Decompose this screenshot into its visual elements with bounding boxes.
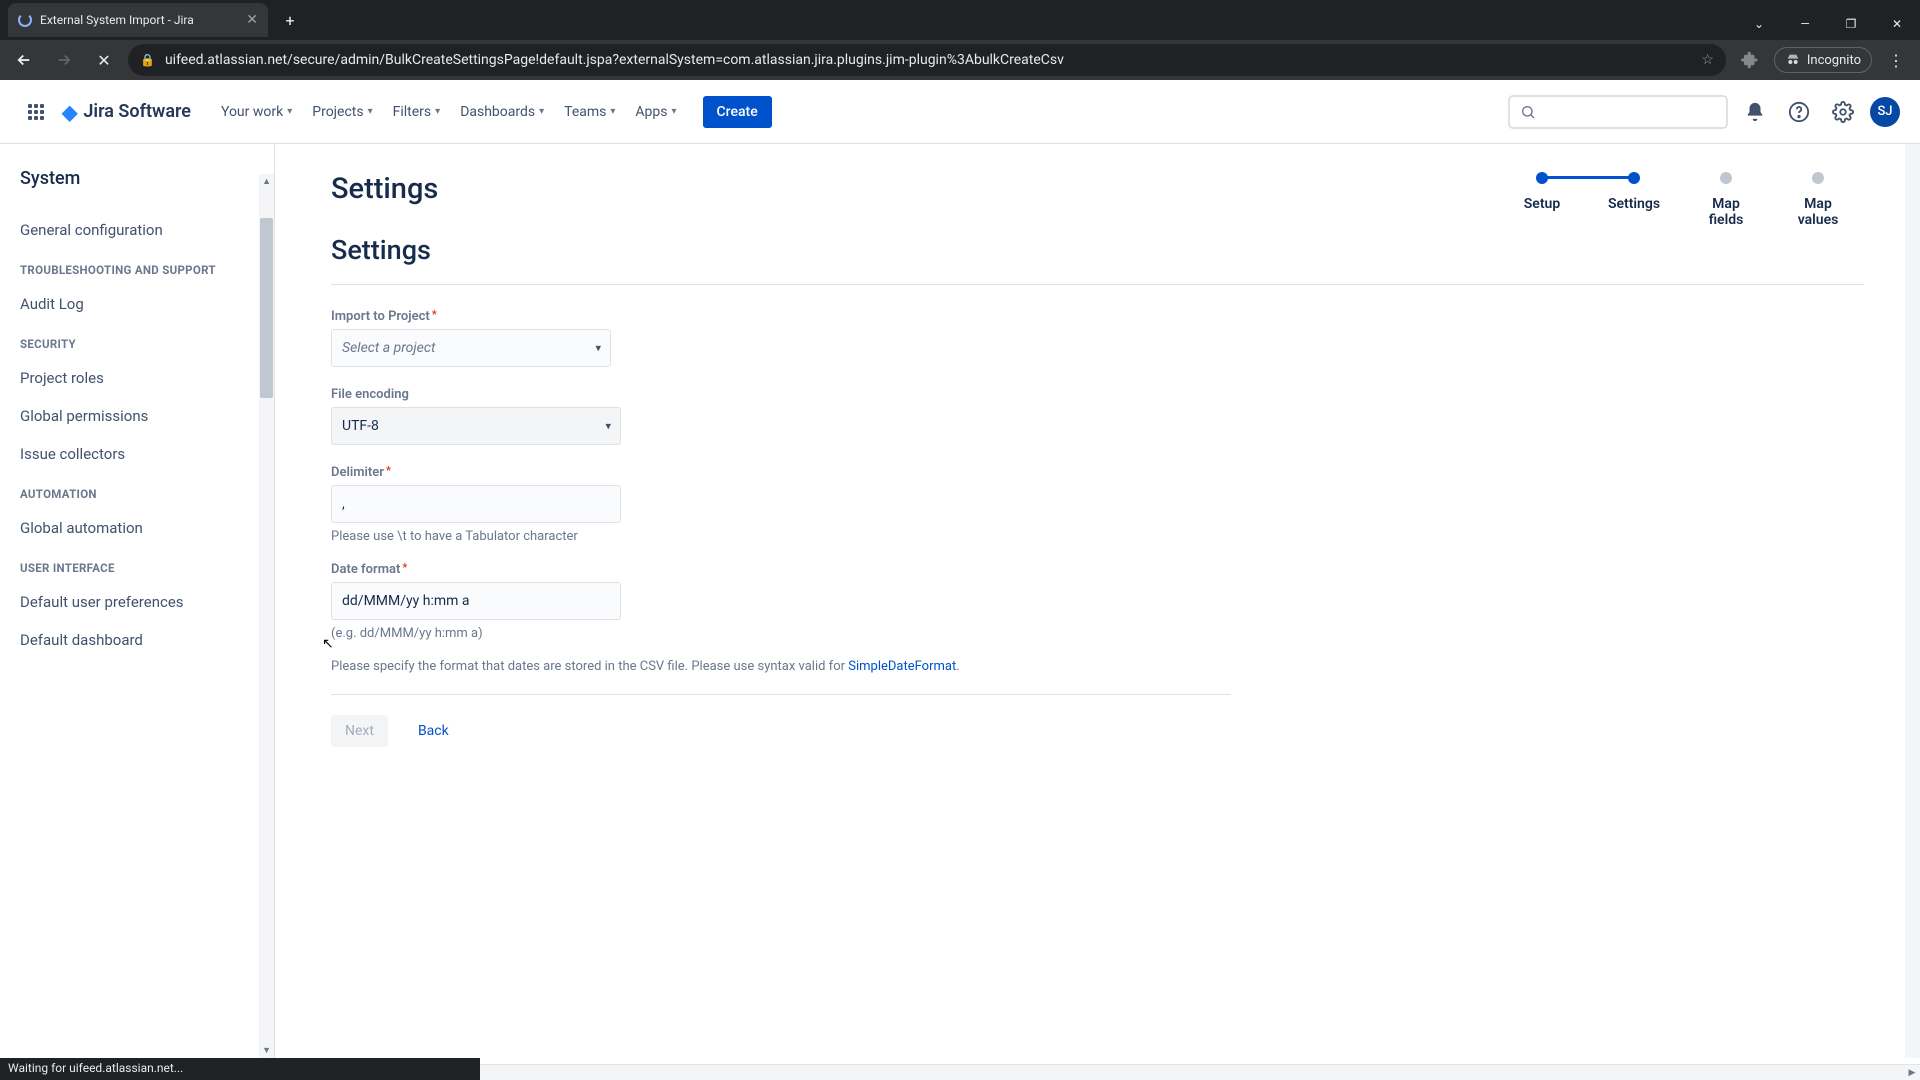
chevron-down-icon: ▾ <box>539 106 544 117</box>
main-content: Settings SetupSettingsMapfieldsMapvalues… <box>275 144 1920 1058</box>
browser-tab[interactable]: External System Import - Jira ✕ <box>8 3 268 37</box>
wizard-steps: SetupSettingsMapfieldsMapvalues <box>1496 172 1864 228</box>
new-tab-button[interactable]: + <box>276 6 304 34</box>
sidebar: System General configurationTROUBLESHOOT… <box>0 144 275 1058</box>
file-encoding-select[interactable]: UTF-8 <box>331 407 621 445</box>
incognito-indicator[interactable]: Incognito <box>1774 47 1872 73</box>
sidebar-item-default-user-preferences[interactable]: Default user preferences <box>0 583 274 621</box>
nav-teams[interactable]: Teams▾ <box>556 98 623 126</box>
next-button[interactable]: Next <box>331 715 388 747</box>
minimize-button[interactable]: — <box>1782 8 1828 40</box>
nav-filters[interactable]: Filters▾ <box>385 98 449 126</box>
nav-your-work[interactable]: Your work▾ <box>213 98 300 126</box>
date-format-example: (e.g. dd/MMM/yy h:mm a) <box>331 626 1231 641</box>
browser-menu-icon[interactable]: ⋮ <box>1880 44 1912 76</box>
sidebar-item-global-permissions[interactable]: Global permissions <box>0 397 274 435</box>
sidebar-heading: SECURITY <box>0 323 274 359</box>
step-dot-icon <box>1628 172 1640 184</box>
browser-toolbar: ✕ 🔒 uifeed.atlassian.net/secure/admin/Bu… <box>0 40 1920 80</box>
browser-tab-strip: External System Import - Jira ✕ + ⌄ — ❐ … <box>0 0 1920 40</box>
settings-icon[interactable] <box>1826 95 1860 129</box>
file-encoding-label: File encoding <box>331 387 1231 402</box>
stop-reload-button[interactable]: ✕ <box>88 44 120 76</box>
date-format-help: Please specify the format that dates are… <box>331 659 1231 674</box>
tab-search-icon[interactable]: ⌄ <box>1736 8 1782 40</box>
close-window-button[interactable]: ✕ <box>1874 8 1920 40</box>
chevron-down-icon: ▾ <box>610 106 615 117</box>
import-project-label: Import to Project* <box>331 309 1231 324</box>
sidebar-heading: TROUBLESHOOTING AND SUPPORT <box>0 249 274 285</box>
chevron-down-icon: ▾ <box>435 106 440 117</box>
back-button[interactable]: Back <box>404 715 463 747</box>
notifications-icon[interactable] <box>1738 95 1772 129</box>
wizard-step-setup[interactable]: Setup <box>1496 172 1588 228</box>
bookmark-icon[interactable]: ☆ <box>1701 52 1714 68</box>
app-switcher-icon[interactable] <box>20 96 52 128</box>
simpledateformat-link[interactable]: SimpleDateFormat <box>848 659 956 674</box>
wizard-step-map-fields[interactable]: Mapfields <box>1680 172 1772 228</box>
sidebar-item-issue-collectors[interactable]: Issue collectors <box>0 435 274 473</box>
forward-button[interactable] <box>48 44 80 76</box>
create-button[interactable]: Create <box>703 96 772 128</box>
scroll-down-icon[interactable]: ▼ <box>262 1045 271 1056</box>
scroll-right-icon[interactable]: ▶ <box>1904 1068 1920 1078</box>
chevron-down-icon: ▾ <box>595 342 601 355</box>
chevron-down-icon: ▾ <box>368 106 373 117</box>
close-tab-icon[interactable]: ✕ <box>246 12 258 28</box>
primary-nav: Your work▾Projects▾Filters▾Dashboards▾Te… <box>213 98 685 126</box>
product-logo[interactable]: ◆ Jira Software <box>62 100 191 124</box>
date-format-input[interactable] <box>331 582 621 620</box>
loading-spinner-icon <box>18 13 32 27</box>
extensions-icon[interactable] <box>1734 44 1766 76</box>
url-text: uifeed.atlassian.net/secure/admin/BulkCr… <box>165 52 1691 68</box>
section-title: Settings <box>331 234 1864 266</box>
help-icon[interactable] <box>1782 95 1816 129</box>
step-dot-icon <box>1812 172 1824 184</box>
step-dot-icon <box>1720 172 1732 184</box>
chevron-down-icon: ▾ <box>605 420 611 433</box>
search-icon <box>1520 104 1536 120</box>
scroll-up-icon[interactable]: ▲ <box>262 176 271 187</box>
delimiter-help: Please use \t to have a Tabulator charac… <box>331 529 1231 544</box>
tab-title: External System Import - Jira <box>40 13 238 27</box>
nav-apps[interactable]: Apps▾ <box>627 98 684 126</box>
sidebar-heading: USER INTERFACE <box>0 547 274 583</box>
jira-logo-icon: ◆ <box>62 100 77 124</box>
incognito-icon <box>1785 52 1801 68</box>
nav-projects[interactable]: Projects▾ <box>304 98 380 126</box>
sidebar-item-global-automation[interactable]: Global automation <box>0 509 274 547</box>
sidebar-item-audit-log[interactable]: Audit Log <box>0 285 274 323</box>
back-button[interactable] <box>8 44 40 76</box>
sidebar-item-general-configuration[interactable]: General configuration <box>0 211 274 249</box>
sidebar-item-default-dashboard[interactable]: Default dashboard <box>0 621 274 659</box>
nav-dashboards[interactable]: Dashboards▾ <box>452 98 552 126</box>
delimiter-input[interactable] <box>331 485 621 523</box>
user-avatar[interactable]: SJ <box>1870 97 1900 127</box>
maximize-button[interactable]: ❐ <box>1828 8 1874 40</box>
sidebar-title: System <box>0 168 274 211</box>
address-bar[interactable]: 🔒 uifeed.atlassian.net/secure/admin/Bulk… <box>128 44 1726 76</box>
delimiter-label: Delimiter* <box>331 465 1231 480</box>
search-input[interactable] <box>1508 95 1728 129</box>
sidebar-heading: AUTOMATION <box>0 473 274 509</box>
browser-status-bar: Waiting for uifeed.atlassian.net... <box>0 1058 480 1080</box>
sidebar-scrollbar[interactable]: ▲ ▼ <box>259 174 274 1058</box>
lock-icon: 🔒 <box>140 53 155 67</box>
chevron-down-icon: ▾ <box>287 106 292 117</box>
main-scrollbar[interactable] <box>1905 144 1920 1058</box>
scrollbar-thumb[interactable] <box>260 218 273 398</box>
divider <box>331 284 1864 285</box>
wizard-step-settings[interactable]: Settings <box>1588 172 1680 228</box>
date-format-label: Date format* <box>331 562 1231 577</box>
app-header: ◆ Jira Software Your work▾Projects▾Filte… <box>0 80 1920 144</box>
chevron-down-icon: ▾ <box>672 106 677 117</box>
import-project-select[interactable]: Select a project <box>331 329 611 367</box>
wizard-step-map-values[interactable]: Mapvalues <box>1772 172 1864 228</box>
sidebar-item-project-roles[interactable]: Project roles <box>0 359 274 397</box>
